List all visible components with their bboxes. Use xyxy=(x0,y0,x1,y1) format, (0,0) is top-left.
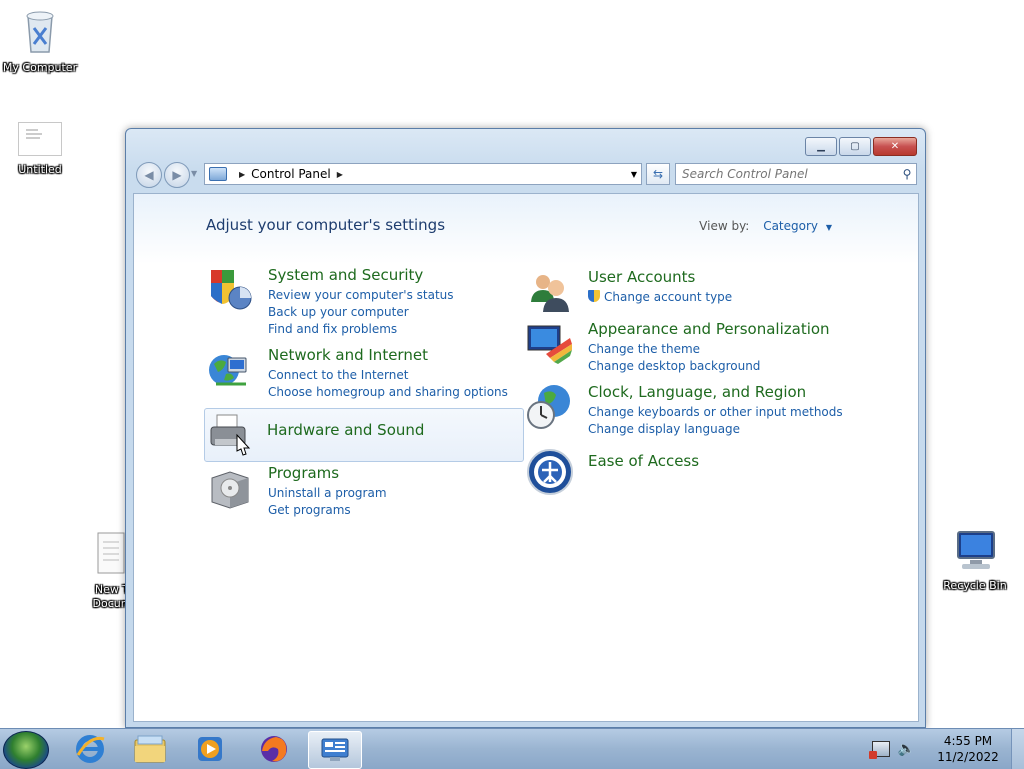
category-programs: Programs Uninstall a program Get program… xyxy=(206,464,524,520)
start-orb-icon[interactable] xyxy=(3,731,49,769)
category-title[interactable]: Hardware and Sound xyxy=(267,421,424,439)
category-texts: Ease of Access xyxy=(588,452,699,473)
category-title[interactable]: Appearance and Personalization xyxy=(588,320,830,338)
recycle-bin-icon xyxy=(0,8,80,57)
link-get-programs[interactable]: Get programs xyxy=(268,502,387,519)
category-title[interactable]: Programs xyxy=(268,464,387,482)
category-network-and-internet: Network and Internet Connect to the Inte… xyxy=(206,346,524,402)
link-uninstall[interactable]: Uninstall a program xyxy=(268,485,387,502)
link-label: Change account type xyxy=(604,290,733,304)
computer-icon xyxy=(935,530,1015,575)
link-change-account-type[interactable]: Change account type xyxy=(588,289,732,306)
view-by: View by: Category ▼ xyxy=(699,219,832,233)
monitor-palette-icon xyxy=(526,320,574,368)
category-system-and-security: System and Security Review your computer… xyxy=(206,266,524,336)
link-change-theme[interactable]: Change the theme xyxy=(588,341,830,358)
category-hardware-and-sound[interactable]: Hardware and Sound xyxy=(204,408,524,462)
breadcrumb-control-panel[interactable]: Control Panel xyxy=(251,167,331,181)
category-appearance-personalization: Appearance and Personalization Change th… xyxy=(526,320,886,376)
control-panel-icon xyxy=(209,167,227,181)
category-title[interactable]: Network and Internet xyxy=(268,346,508,364)
search-icon[interactable]: ⚲ xyxy=(898,167,916,181)
category-texts: System and Security Review your computer… xyxy=(268,266,454,338)
content-pane: Adjust your computer's settings View by:… xyxy=(133,193,919,722)
category-ease-of-access: Ease of Access xyxy=(526,448,844,496)
link-change-keyboards[interactable]: Change keyboards or other input methods xyxy=(588,404,843,421)
category-texts: Network and Internet Connect to the Inte… xyxy=(268,346,508,401)
network-globe-icon xyxy=(206,346,254,394)
file-explorer-icon[interactable] xyxy=(124,731,176,767)
minimize-button[interactable]: ▁ xyxy=(805,137,837,156)
document-thumbnail-icon xyxy=(0,122,80,159)
view-by-dropdown[interactable]: Category xyxy=(763,219,818,233)
clock-date: 11/2/2022 xyxy=(937,750,999,764)
desktop-icon-label: My Computer xyxy=(2,61,78,74)
window-controls: ▁ ▢ ✕ xyxy=(805,137,917,156)
maximize-button[interactable]: ▢ xyxy=(839,137,871,156)
taskbar: 🔈 4:55 PM 11/2/2022 xyxy=(0,728,1024,769)
address-dropdown-icon[interactable]: ▼ xyxy=(631,170,637,179)
media-player-icon[interactable] xyxy=(184,731,236,767)
network-status-icon[interactable] xyxy=(868,741,890,759)
category-user-accounts: User Accounts Change account type xyxy=(526,268,844,312)
breadcrumb-arrow-icon[interactable]: ▶ xyxy=(239,170,245,179)
search-box[interactable]: ⚲ xyxy=(675,163,917,185)
chevron-down-icon[interactable]: ▼ xyxy=(826,223,832,232)
address-bar[interactable]: ▶ Control Panel ▶ ▼ xyxy=(204,163,642,185)
link-back-up[interactable]: Back up your computer xyxy=(268,304,454,321)
category-texts: User Accounts Change account type xyxy=(588,268,732,306)
category-texts: Programs Uninstall a program Get program… xyxy=(268,464,387,519)
desktop-icon-my-computer[interactable]: My Computer xyxy=(0,8,80,75)
volume-icon[interactable]: 🔈 xyxy=(898,741,915,757)
desktop-icon-label: Untitled xyxy=(18,163,62,176)
desktop-icon-untitled[interactable]: Untitled xyxy=(0,122,80,177)
link-find-fix[interactable]: Find and fix problems xyxy=(268,321,454,338)
recent-pages-chevron-icon[interactable]: ▼ xyxy=(191,169,197,178)
show-desktop-button[interactable] xyxy=(1011,729,1024,769)
category-title[interactable]: System and Security xyxy=(268,266,454,284)
forward-button[interactable]: ▶ xyxy=(164,162,190,188)
category-texts: Clock, Language, and Region Change keybo… xyxy=(588,383,843,438)
link-homegroup[interactable]: Choose homegroup and sharing options xyxy=(268,384,508,401)
uac-shield-icon xyxy=(588,290,600,302)
category-title[interactable]: Ease of Access xyxy=(588,452,699,470)
ease-of-access-icon xyxy=(526,448,574,496)
category-clock-language-region: Clock, Language, and Region Change keybo… xyxy=(526,383,886,439)
category-texts: Hardware and Sound xyxy=(267,421,424,442)
programs-box-icon xyxy=(206,464,254,512)
link-display-language[interactable]: Change display language xyxy=(588,421,843,438)
category-title[interactable]: Clock, Language, and Region xyxy=(588,383,843,401)
link-desktop-background[interactable]: Change desktop background xyxy=(588,358,830,375)
page-title: Adjust your computer's settings xyxy=(206,216,446,234)
view-by-label: View by: xyxy=(699,219,750,233)
users-icon xyxy=(526,268,574,316)
back-button[interactable]: ◀ xyxy=(136,162,162,188)
navigation-bar: ◀ ▶ ▼ ▶ Control Panel ▶ ▼ ⇆ ⚲ xyxy=(134,161,917,188)
shield-icon xyxy=(206,266,254,314)
printer-icon xyxy=(207,411,255,459)
close-button[interactable]: ✕ xyxy=(873,137,917,156)
internet-explorer-icon[interactable] xyxy=(64,731,116,767)
control-panel-window: ▁ ▢ ✕ ◀ ▶ ▼ ▶ Control Panel ▶ ▼ ⇆ ⚲ Adju… xyxy=(125,128,926,728)
desktop-icon-recycle-bin[interactable]: Recycle Bin xyxy=(935,530,1015,593)
control-panel-icon[interactable] xyxy=(308,731,362,769)
refresh-button[interactable]: ⇆ xyxy=(646,163,670,185)
desktop-icon-label: Recycle Bin xyxy=(943,579,1007,592)
system-tray: 🔈 4:55 PM 11/2/2022 xyxy=(868,729,1024,769)
category-texts: Appearance and Personalization Change th… xyxy=(588,320,830,375)
search-input[interactable] xyxy=(676,166,898,182)
link-review-status[interactable]: Review your computer's status xyxy=(268,287,454,304)
link-connect-internet[interactable]: Connect to the Internet xyxy=(268,367,508,384)
category-title[interactable]: User Accounts xyxy=(588,268,732,286)
firefox-icon[interactable] xyxy=(248,731,300,767)
clock-globe-icon xyxy=(526,383,574,431)
clock-time: 4:55 PM xyxy=(943,734,993,748)
clock[interactable]: 4:55 PM 11/2/2022 xyxy=(925,733,1011,765)
breadcrumb-arrow-icon[interactable]: ▶ xyxy=(337,170,343,179)
